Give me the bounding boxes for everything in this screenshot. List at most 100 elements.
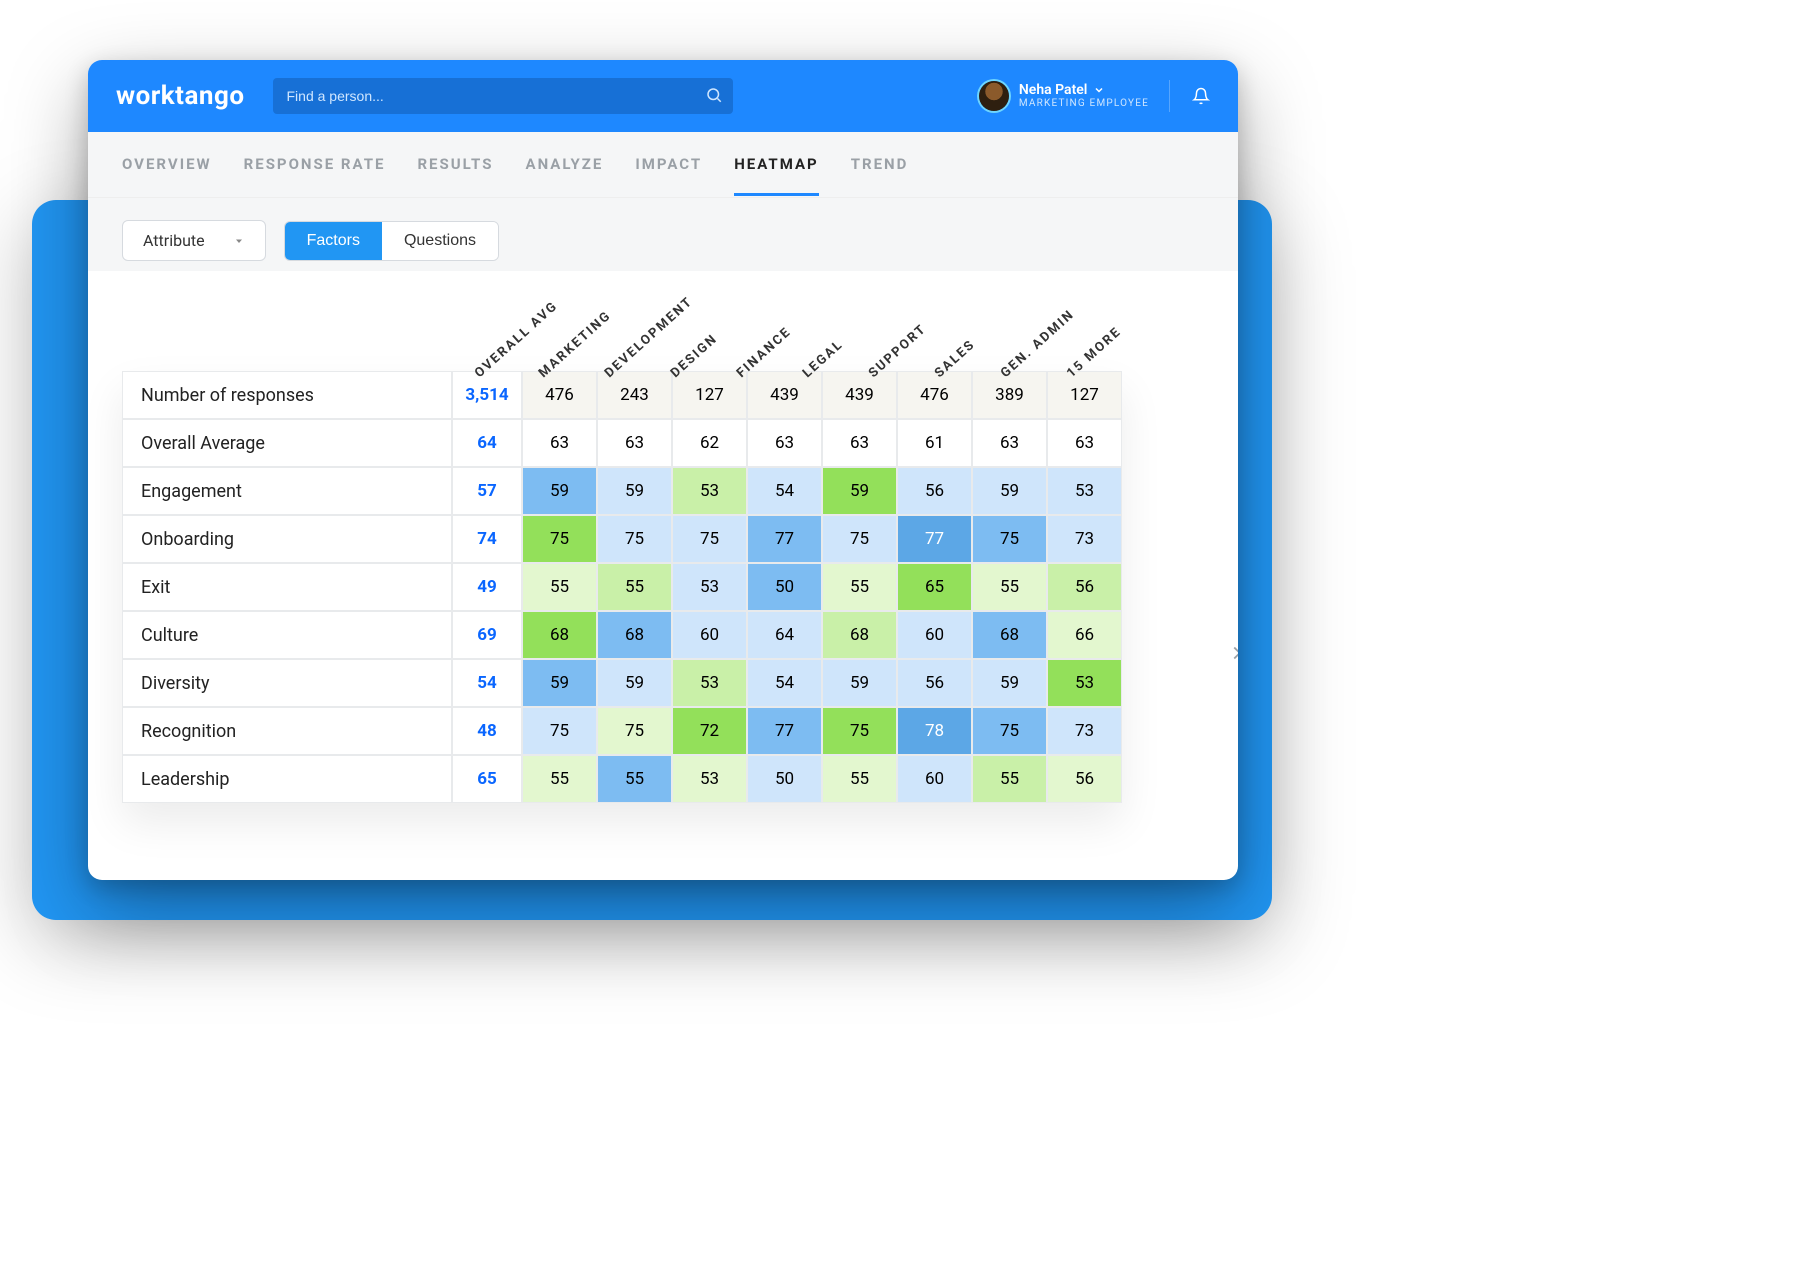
heat-cell[interactable]: 53 <box>672 563 747 611</box>
heat-cell[interactable]: 55 <box>822 755 897 803</box>
heat-cell[interactable]: 75 <box>522 707 597 755</box>
tab-analyze[interactable]: ANALYZE <box>525 133 603 196</box>
scroll-right-button[interactable] <box>1226 641 1238 671</box>
heat-cell[interactable]: 59 <box>972 659 1047 707</box>
row-label: Overall Average <box>122 419 452 467</box>
heat-cell[interactable]: 75 <box>672 515 747 563</box>
attribute-dropdown[interactable]: Attribute <box>122 220 266 261</box>
heat-cell[interactable]: 73 <box>1047 707 1122 755</box>
heat-cell[interactable]: 60 <box>672 611 747 659</box>
heat-cell[interactable]: 476 <box>897 371 972 419</box>
search-input[interactable] <box>273 78 733 114</box>
heat-cell[interactable]: 62 <box>672 419 747 467</box>
heat-cell[interactable]: 75 <box>597 707 672 755</box>
overall-cell: 65 <box>452 755 522 803</box>
heat-cell[interactable]: 59 <box>972 467 1047 515</box>
heat-cell[interactable]: 439 <box>747 371 822 419</box>
heat-cell[interactable]: 59 <box>522 467 597 515</box>
heat-cell[interactable]: 55 <box>597 755 672 803</box>
heat-cell[interactable]: 78 <box>897 707 972 755</box>
overall-cell: 54 <box>452 659 522 707</box>
heat-cell[interactable]: 75 <box>822 707 897 755</box>
heat-cell[interactable]: 56 <box>1047 755 1122 803</box>
heat-cell[interactable]: 59 <box>822 659 897 707</box>
heat-cell[interactable]: 60 <box>897 611 972 659</box>
heat-cell[interactable]: 65 <box>897 563 972 611</box>
user-menu[interactable]: Neha Patel MARKETING EMPLOYEE <box>979 81 1149 111</box>
heat-cell[interactable]: 439 <box>822 371 897 419</box>
heat-cell[interactable]: 54 <box>747 659 822 707</box>
heat-cell[interactable]: 63 <box>1047 419 1122 467</box>
heat-cell[interactable]: 63 <box>522 419 597 467</box>
heat-cell[interactable]: 56 <box>897 467 972 515</box>
heat-cell[interactable]: 61 <box>897 419 972 467</box>
heat-cell[interactable]: 50 <box>747 563 822 611</box>
heat-cell[interactable]: 55 <box>972 755 1047 803</box>
heat-cell[interactable]: 55 <box>522 563 597 611</box>
heat-cell[interactable]: 53 <box>672 659 747 707</box>
row-label: Number of responses <box>122 371 452 419</box>
toggle-questions[interactable]: Questions <box>382 222 498 260</box>
tab-response-rate[interactable]: RESPONSE RATE <box>244 133 386 196</box>
heat-cell[interactable]: 59 <box>522 659 597 707</box>
heat-cell[interactable]: 63 <box>747 419 822 467</box>
heat-cell[interactable]: 53 <box>1047 467 1122 515</box>
heat-cell[interactable]: 53 <box>672 467 747 515</box>
heat-cell[interactable]: 77 <box>747 707 822 755</box>
heat-cell[interactable]: 389 <box>972 371 1047 419</box>
tab-heatmap[interactable]: HEATMAP <box>734 133 819 196</box>
heat-cell[interactable]: 243 <box>597 371 672 419</box>
tab-impact[interactable]: IMPACT <box>635 133 702 196</box>
heat-cell[interactable]: 55 <box>597 563 672 611</box>
heat-cell[interactable]: 63 <box>972 419 1047 467</box>
heat-cell[interactable]: 64 <box>747 611 822 659</box>
heat-cell[interactable]: 75 <box>822 515 897 563</box>
heat-cell[interactable]: 53 <box>672 755 747 803</box>
row-label: Onboarding <box>122 515 452 563</box>
avatar <box>979 81 1009 111</box>
heat-cell[interactable]: 68 <box>972 611 1047 659</box>
heat-cell[interactable]: 60 <box>897 755 972 803</box>
tab-overview[interactable]: OVERVIEW <box>122 133 212 196</box>
heat-cell[interactable]: 127 <box>1047 371 1122 419</box>
heat-cell[interactable]: 56 <box>897 659 972 707</box>
heat-cell[interactable]: 77 <box>897 515 972 563</box>
user-role: MARKETING EMPLOYEE <box>1019 98 1149 109</box>
heat-cell[interactable]: 50 <box>747 755 822 803</box>
heat-cell[interactable]: 75 <box>522 515 597 563</box>
heat-cell[interactable]: 68 <box>522 611 597 659</box>
heat-cell[interactable]: 63 <box>597 419 672 467</box>
heat-cell[interactable]: 75 <box>597 515 672 563</box>
heat-cell[interactable]: 66 <box>1047 611 1122 659</box>
heat-cell[interactable]: 72 <box>672 707 747 755</box>
heat-cell[interactable]: 73 <box>1047 515 1122 563</box>
heat-cell[interactable]: 75 <box>972 707 1047 755</box>
toggle-factors[interactable]: Factors <box>285 222 382 260</box>
heat-cell[interactable]: 63 <box>822 419 897 467</box>
global-search[interactable] <box>273 78 733 114</box>
row-label: Diversity <box>122 659 452 707</box>
tab-trend[interactable]: TREND <box>851 133 909 196</box>
heat-cell[interactable]: 127 <box>672 371 747 419</box>
heat-cell[interactable]: 77 <box>747 515 822 563</box>
bell-icon[interactable] <box>1192 87 1210 105</box>
heat-cell[interactable]: 53 <box>1047 659 1122 707</box>
heat-cell[interactable]: 55 <box>522 755 597 803</box>
tab-results[interactable]: RESULTS <box>417 133 493 196</box>
heat-cell[interactable]: 55 <box>822 563 897 611</box>
heatmap-controls: Attribute Factors Questions <box>88 198 1238 271</box>
heat-cell[interactable]: 59 <box>822 467 897 515</box>
heat-cell[interactable]: 75 <box>972 515 1047 563</box>
heat-cell[interactable]: 59 <box>597 467 672 515</box>
heat-cell[interactable]: 55 <box>972 563 1047 611</box>
row-label: Recognition <box>122 707 452 755</box>
heat-cell[interactable]: 59 <box>597 659 672 707</box>
heat-cell[interactable]: 54 <box>747 467 822 515</box>
row-label: Engagement <box>122 467 452 515</box>
heat-cell[interactable]: 56 <box>1047 563 1122 611</box>
col-header: DEVELOPMENT <box>602 294 696 381</box>
heatmap-grid: Number of responses3,5144762431274394394… <box>122 371 1122 803</box>
heat-cell[interactable]: 476 <box>522 371 597 419</box>
heat-cell[interactable]: 68 <box>597 611 672 659</box>
heat-cell[interactable]: 68 <box>822 611 897 659</box>
